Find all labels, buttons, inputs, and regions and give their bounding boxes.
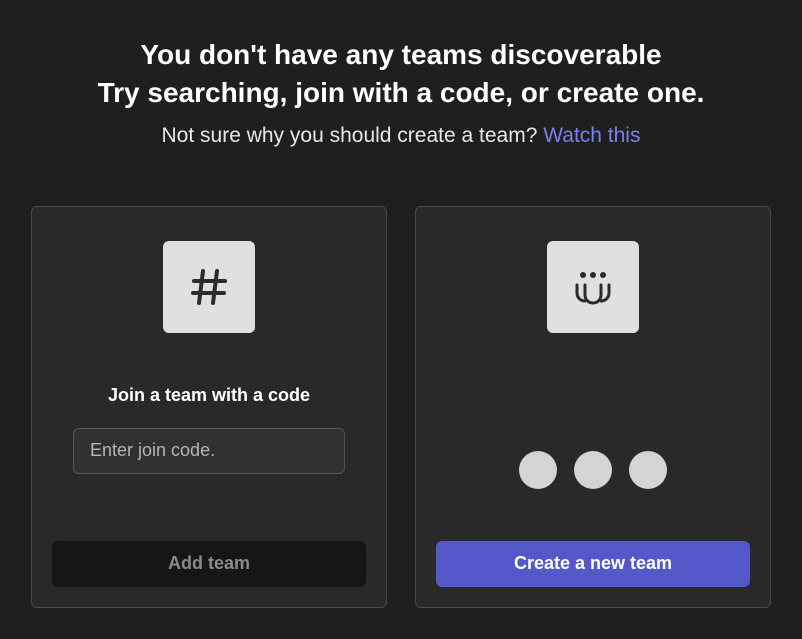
headline-line-1: You don't have any teams discoverable <box>0 36 802 74</box>
create-new-team-button[interactable]: Create a new team <box>436 541 750 587</box>
loading-dots <box>519 451 667 489</box>
watch-this-link[interactable]: Watch this <box>543 124 640 147</box>
add-team-button[interactable]: Add team <box>52 541 366 587</box>
join-card-title: Join a team with a code <box>108 385 310 406</box>
dot-icon <box>574 451 612 489</box>
create-team-card: Create a new team <box>415 206 771 608</box>
empty-state-subtext: Not sure why you should create a team? W… <box>0 124 802 148</box>
hash-icon <box>163 241 255 333</box>
dot-icon <box>519 451 557 489</box>
dot-icon <box>629 451 667 489</box>
empty-state-headline: You don't have any teams discoverable Tr… <box>0 36 802 112</box>
subtext-prefix: Not sure why you should create a team? <box>162 124 544 147</box>
headline-line-2: Try searching, join with a code, or crea… <box>0 74 802 112</box>
people-icon <box>547 241 639 333</box>
join-with-code-card: Join a team with a code Add team <box>31 206 387 608</box>
join-code-input[interactable] <box>73 428 345 474</box>
